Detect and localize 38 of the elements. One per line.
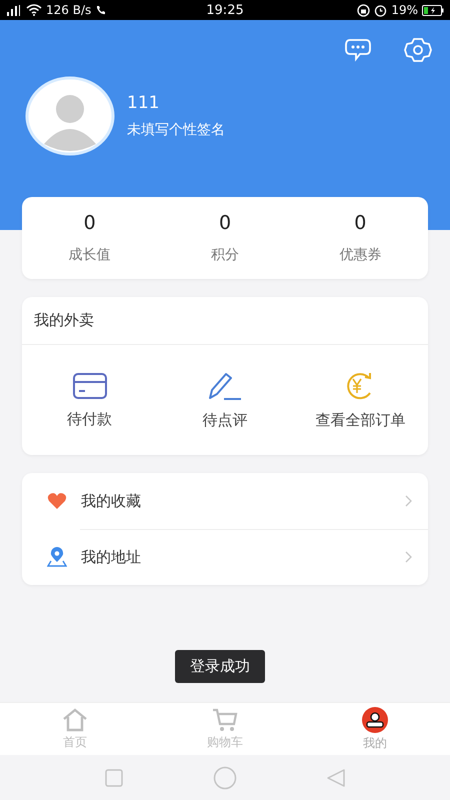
chat-icon[interactable] xyxy=(344,38,372,62)
tab[interactable]: 我的 xyxy=(300,703,450,755)
signal-icon xyxy=(6,4,22,16)
network-speed: 126 B/s xyxy=(46,3,92,17)
chevron-right-icon xyxy=(405,551,412,563)
card-icon[interactable] xyxy=(72,372,108,400)
battery-percent: 19% xyxy=(391,3,418,17)
battery-icon xyxy=(422,4,444,16)
stat-label[interactable]: 成长值 xyxy=(68,246,111,264)
user-signature: 未填写个性签名 xyxy=(127,121,225,139)
stat-value: 0 xyxy=(84,212,96,234)
order-link[interactable]: 待点评 xyxy=(202,410,248,430)
stat-value: 0 xyxy=(354,212,366,234)
phone-icon xyxy=(95,4,108,16)
menu-label: 我的地址 xyxy=(81,548,142,566)
wifi-icon xyxy=(26,4,42,16)
cart-icon xyxy=(212,708,238,732)
user-icon xyxy=(360,706,390,732)
alarm-icon xyxy=(374,4,388,16)
chevron-right-icon xyxy=(405,495,412,507)
menu-item[interactable]: 我的地址 xyxy=(22,529,428,585)
menu-label: 我的收藏 xyxy=(81,492,142,510)
pencil-icon[interactable] xyxy=(206,370,243,400)
order-link[interactable]: 查看全部订单 xyxy=(315,410,406,430)
location-pin-icon xyxy=(47,547,67,567)
section-title: 我的外卖 xyxy=(22,297,428,345)
clock-time: 19:25 xyxy=(206,2,244,18)
user-name: 111 xyxy=(127,93,160,113)
order-link[interactable]: 待付款 xyxy=(67,410,112,428)
stat-value: 0 xyxy=(218,212,232,234)
menu-item[interactable]: 我的收藏 xyxy=(22,473,428,529)
heart-icon xyxy=(47,492,67,510)
stat-label[interactable]: 积分 xyxy=(210,246,239,264)
avatar-icon[interactable] xyxy=(25,76,115,156)
login-toast: 登录成功 xyxy=(175,650,265,683)
home-icon xyxy=(62,708,88,732)
stat-label[interactable]: 优惠券 xyxy=(339,246,382,264)
settings-icon[interactable] xyxy=(404,36,432,64)
